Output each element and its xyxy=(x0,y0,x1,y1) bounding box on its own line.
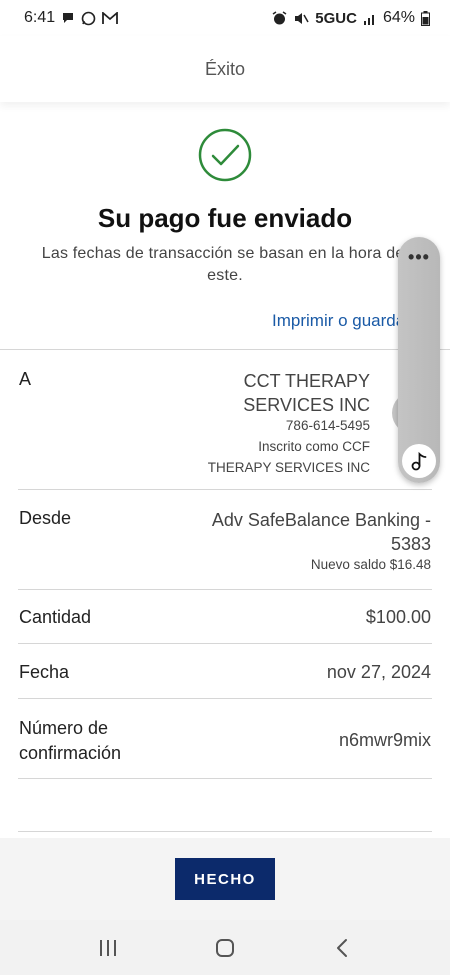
whatsapp-icon xyxy=(81,11,96,26)
status-time: 6:41 xyxy=(24,9,56,26)
payee-name-line2: SERVICES INC xyxy=(243,395,370,415)
system-nav-bar xyxy=(0,920,450,975)
chat-bubble-icon xyxy=(61,11,75,25)
gmail-icon xyxy=(102,11,119,25)
print-or-save-link[interactable]: Imprimir o guardar xyxy=(272,311,411,331)
signal-icon xyxy=(363,12,377,25)
divider xyxy=(18,831,432,832)
payee-details: 786-614-5495 Inscrito como CCF THERAPY S… xyxy=(208,415,370,478)
music-note-icon[interactable] xyxy=(402,444,436,478)
divider xyxy=(18,589,432,590)
done-button[interactable]: HECHO xyxy=(175,858,275,900)
from-account-line2: 5383 xyxy=(390,534,431,554)
date-label: Fecha xyxy=(19,662,70,682)
payee-enrolled-line1: Inscrito como CCF xyxy=(258,439,370,454)
success-title: Su pago fue enviado xyxy=(97,203,353,233)
divider xyxy=(18,643,432,644)
mute-icon xyxy=(293,11,309,26)
from-account-line1: Adv SafeBalance Banking - xyxy=(211,510,431,530)
from-label: Desde xyxy=(19,508,72,528)
status-right: 5GUC 64% xyxy=(272,9,430,27)
amount-label: Cantidad xyxy=(19,607,92,627)
network-type: 5GUC xyxy=(315,9,357,27)
page-header: Éxito xyxy=(0,36,450,102)
divider xyxy=(18,698,432,699)
status-bar: 6:41 5GUC 64% xyxy=(0,0,450,36)
divider xyxy=(18,489,432,490)
recent-apps-icon[interactable] xyxy=(88,928,128,968)
confirmation-value: n6mwr9mix xyxy=(338,730,431,750)
amount-value: $100.00 xyxy=(365,607,431,627)
from-account: Adv SafeBalance Banking - 5383 xyxy=(212,508,431,556)
to-label: A xyxy=(19,369,32,389)
payee-enrolled-line2: THERAPY SERVICES INC xyxy=(207,460,370,475)
check-circle-icon xyxy=(198,128,252,182)
floating-side-panel[interactable]: ••• xyxy=(398,237,440,483)
date-value: nov 27, 2024 xyxy=(326,662,431,682)
alarm-icon xyxy=(272,10,287,26)
battery-percent: 64% xyxy=(382,9,415,26)
new-balance: Nuevo saldo $16.48 xyxy=(310,557,431,572)
success-subtitle: Las fechas de transacción se basan en la… xyxy=(41,245,409,284)
divider xyxy=(0,349,450,350)
back-icon[interactable] xyxy=(322,928,362,968)
page-title: Éxito xyxy=(204,58,246,79)
confirmation-label-line2: confirmación xyxy=(19,743,122,763)
status-left: 6:41 xyxy=(24,9,119,27)
payee-name-line1: CCT THERAPY xyxy=(243,371,370,391)
divider xyxy=(18,778,432,779)
confirmation-label: Número de confirmación xyxy=(19,716,121,766)
more-options-icon[interactable]: ••• xyxy=(398,247,440,268)
payee-phone: 786-614-5495 xyxy=(285,418,370,433)
home-icon[interactable] xyxy=(205,928,245,968)
battery-icon xyxy=(421,10,430,26)
confirmation-label-line1: Número de xyxy=(19,718,109,738)
payee-name: CCT THERAPY SERVICES INC xyxy=(243,369,370,417)
